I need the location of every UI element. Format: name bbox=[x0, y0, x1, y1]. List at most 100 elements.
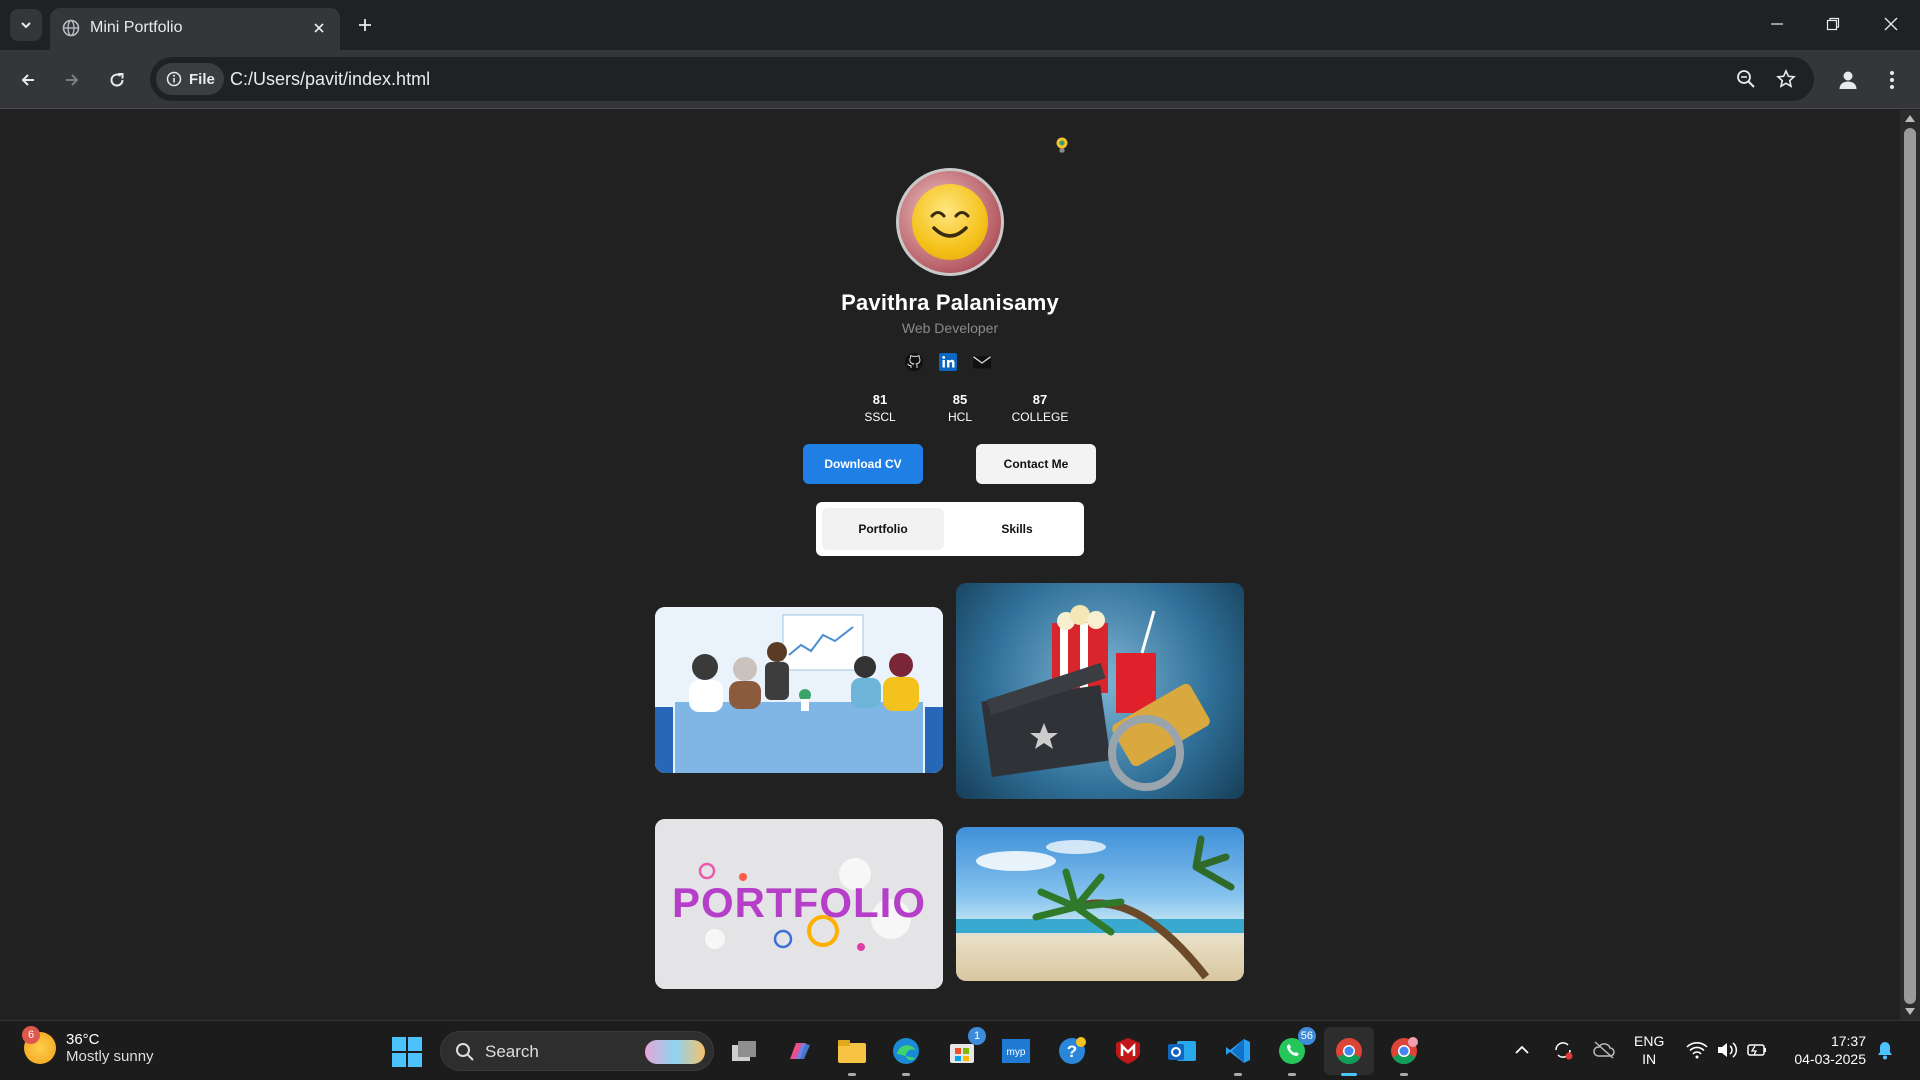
scroll-down-arrow-icon[interactable] bbox=[1905, 1008, 1915, 1015]
site-info-chip[interactable]: File bbox=[156, 63, 224, 95]
arrow-right-icon bbox=[66, 74, 79, 86]
bookmark-star-icon[interactable] bbox=[1774, 67, 1798, 91]
cloud-off-icon[interactable] bbox=[1592, 1040, 1616, 1060]
tab-title: Mini Portfolio bbox=[90, 19, 183, 36]
social-links bbox=[904, 352, 992, 372]
lang-line2: IN bbox=[1642, 1051, 1657, 1067]
browser-tabstrip: Mini Portfolio bbox=[0, 0, 1920, 50]
windows-logo-icon bbox=[392, 1037, 406, 1051]
stat-value: 81 bbox=[872, 392, 888, 407]
portfolio-image-meeting[interactable] bbox=[655, 607, 943, 773]
reload-icon bbox=[110, 73, 124, 87]
microsoft-store-icon[interactable]: 1 bbox=[944, 1027, 986, 1069]
url-text: C:/Users/pavit/index.html bbox=[230, 69, 431, 89]
clock-date: 04-03-2025 bbox=[1794, 1051, 1866, 1067]
clock[interactable]: 17:37 04-03-2025 bbox=[1786, 1032, 1866, 1068]
zoom-icon[interactable] bbox=[1734, 67, 1758, 91]
minimize-button[interactable] bbox=[1754, 8, 1800, 40]
avatar bbox=[896, 168, 1004, 276]
smiley-face-icon bbox=[912, 184, 988, 260]
stat-hcl: 85 HCL bbox=[920, 392, 1000, 424]
browser-toolbar: File C:/Users/pavit/index.html bbox=[0, 50, 1920, 109]
taskbar-search[interactable]: Search bbox=[440, 1031, 714, 1071]
email-icon[interactable] bbox=[972, 352, 992, 372]
minimize-icon bbox=[1771, 23, 1783, 25]
sync-icon[interactable] bbox=[1552, 1039, 1574, 1061]
svg-text:?: ? bbox=[1067, 1042, 1077, 1061]
clock-time: 17:37 bbox=[1830, 1033, 1866, 1049]
stat-value: 85 bbox=[952, 392, 968, 407]
weather-widget[interactable]: 6 36°C Mostly sunny bbox=[22, 1026, 154, 1065]
vscode-icon[interactable] bbox=[1220, 1033, 1256, 1076]
mcafee-myp-icon[interactable]: myp bbox=[998, 1033, 1034, 1069]
arrow-left-icon bbox=[21, 74, 34, 86]
profile-button[interactable] bbox=[1832, 64, 1864, 96]
new-tab-button[interactable] bbox=[352, 12, 378, 38]
tab-close-icon[interactable] bbox=[308, 17, 330, 39]
restore-button[interactable] bbox=[1810, 8, 1856, 40]
notification-bell-icon[interactable] bbox=[1876, 1040, 1894, 1060]
task-view-icon[interactable] bbox=[726, 1033, 762, 1069]
search-icon bbox=[456, 1043, 474, 1061]
language-indicator[interactable]: ENG IN bbox=[1634, 1032, 1664, 1068]
contact-me-button[interactable]: Contact Me bbox=[976, 444, 1096, 484]
tab-portfolio[interactable]: Portfolio bbox=[822, 508, 944, 550]
menu-button[interactable] bbox=[1876, 64, 1908, 96]
portfolio-image-beach[interactable] bbox=[956, 827, 1244, 981]
github-icon[interactable] bbox=[904, 352, 924, 372]
mcafee-shield-icon[interactable] bbox=[1110, 1033, 1146, 1069]
chrome-icon[interactable] bbox=[1331, 1033, 1367, 1076]
wifi-icon[interactable] bbox=[1686, 1041, 1708, 1059]
person-icon bbox=[1839, 71, 1857, 89]
download-cv-button[interactable]: Download CV bbox=[803, 444, 923, 484]
globe-icon bbox=[62, 19, 80, 37]
plus-icon bbox=[359, 19, 371, 31]
edge-icon[interactable] bbox=[888, 1033, 924, 1076]
store-badge: 1 bbox=[968, 1027, 986, 1045]
reload-button[interactable] bbox=[101, 64, 133, 96]
battery-icon[interactable] bbox=[1746, 1041, 1768, 1059]
volume-icon[interactable] bbox=[1716, 1041, 1738, 1059]
restore-icon bbox=[1826, 17, 1840, 31]
address-bar[interactable]: File C:/Users/pavit/index.html bbox=[150, 57, 1814, 101]
back-button[interactable] bbox=[12, 64, 44, 96]
help-icon[interactable]: ? bbox=[1054, 1033, 1090, 1069]
tab-skills[interactable]: Skills bbox=[956, 508, 1078, 550]
close-icon bbox=[1884, 17, 1898, 31]
whatsapp-badge: 56 bbox=[1297, 1027, 1316, 1045]
scroll-up-arrow-icon[interactable] bbox=[1905, 115, 1915, 122]
stat-label: COLLEGE bbox=[1011, 410, 1069, 424]
search-label: Search bbox=[485, 1042, 539, 1061]
stat-label: HCL bbox=[947, 410, 972, 424]
whatsapp-icon[interactable]: 56 bbox=[1274, 1027, 1316, 1076]
profile-role: Web Developer bbox=[901, 320, 999, 336]
forward-button[interactable] bbox=[56, 64, 88, 96]
weather-desc: Mostly sunny bbox=[66, 1048, 154, 1065]
svg-text:myp: myp bbox=[1007, 1047, 1026, 1058]
tab-search-button[interactable] bbox=[10, 9, 42, 41]
copilot-icon[interactable] bbox=[780, 1033, 816, 1069]
outlook-icon[interactable] bbox=[1164, 1033, 1200, 1069]
browser-tab[interactable]: Mini Portfolio bbox=[50, 8, 340, 50]
stat-label: SSCL bbox=[864, 410, 896, 424]
sun-icon: 6 bbox=[22, 1026, 56, 1064]
close-window-button[interactable] bbox=[1868, 8, 1914, 40]
chevron-down-icon bbox=[21, 22, 31, 29]
more-vertical-icon bbox=[1890, 71, 1894, 89]
stat-sscl: 81 SSCL bbox=[840, 392, 920, 424]
chip-label: File bbox=[189, 70, 215, 88]
stat-value: 87 bbox=[1032, 392, 1048, 407]
chrome-profile-icon[interactable] bbox=[1386, 1033, 1422, 1076]
stats-row: 81 SSCL 85 HCL 87 COLLEGE bbox=[840, 392, 1080, 424]
portfolio-art-text: PORTFOLIO bbox=[672, 879, 926, 926]
chevron-up-icon[interactable] bbox=[1514, 1043, 1530, 1055]
page-scrollbar[interactable] bbox=[1900, 110, 1920, 1020]
lightbulb-icon[interactable] bbox=[1054, 136, 1070, 156]
linkedin-icon[interactable] bbox=[938, 352, 958, 372]
portfolio-image-cinema[interactable] bbox=[956, 583, 1244, 799]
start-button[interactable] bbox=[392, 1037, 422, 1067]
portfolio-image-graphic[interactable]: PORTFOLIO bbox=[655, 819, 943, 989]
profile-name: Pavithra Palanisamy bbox=[841, 290, 1059, 315]
scroll-thumb[interactable] bbox=[1904, 128, 1916, 1004]
file-explorer-icon[interactable] bbox=[834, 1033, 870, 1076]
